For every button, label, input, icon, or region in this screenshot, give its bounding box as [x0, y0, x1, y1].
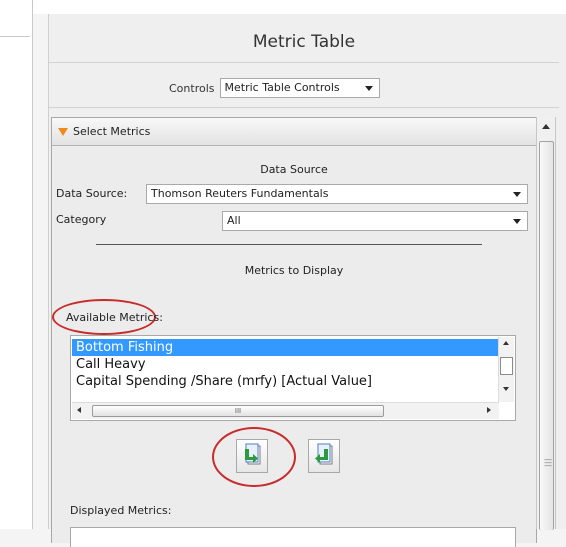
scroll-thumb[interactable] [500, 357, 513, 375]
data-source-dropdown[interactable]: Thomson Reuters Fundamentals [146, 184, 528, 204]
controls-divider [49, 107, 559, 108]
panel-title: Metric Table [252, 32, 356, 52]
add-to-list-icon [245, 443, 261, 465]
list-vertical-scrollbar[interactable] [498, 337, 514, 402]
displayed-metrics-list[interactable] [70, 527, 516, 547]
top-edge [33, 0, 566, 14]
scroll-left-icon[interactable] [77, 407, 81, 413]
displayed-metrics-label: Displayed Metrics: [70, 504, 172, 517]
controls-row: Controls Metric Table Controls [169, 77, 380, 99]
data-source-value: Thomson Reuters Fundamentals [151, 187, 329, 200]
chevron-down-icon [513, 192, 521, 197]
scroll-right-icon[interactable] [487, 407, 491, 413]
list-horizontal-scrollbar[interactable]: III [72, 402, 499, 419]
available-metrics-list[interactable]: Bottom Fishing Call Heavy Capital Spendi… [70, 335, 516, 421]
collapse-triangle-icon[interactable] [58, 127, 68, 136]
chevron-down-icon [364, 86, 373, 91]
grip-icon: — — — [544, 455, 552, 470]
list-item[interactable]: Capital Spending /Share (mrfy) [Actual V… [72, 373, 498, 390]
list-item[interactable]: Bottom Fishing [72, 339, 498, 356]
data-source-heading: Data Source [260, 163, 328, 176]
metrics-to-display-heading: Metrics to Display [244, 264, 344, 277]
left-pane-edge [0, 0, 33, 529]
section-header[interactable]: Select Metrics [52, 118, 536, 146]
controls-label: Controls [169, 81, 215, 95]
remove-metric-button[interactable] [308, 439, 340, 473]
title-divider [49, 62, 559, 63]
remove-from-list-icon [315, 443, 333, 465]
list-item[interactable]: Call Heavy [72, 356, 498, 373]
data-source-label: Data Source: [56, 187, 128, 200]
section-title: Select Metrics [73, 125, 151, 138]
chevron-down-icon [513, 219, 521, 224]
scroll-down-icon[interactable] [503, 387, 509, 391]
panel-vertical-scrollbar[interactable]: — — — [536, 117, 556, 530]
scroll-up-icon[interactable] [503, 341, 509, 345]
select-metrics-section: Select Metrics Data Source Data Source: … [51, 117, 537, 547]
add-metric-button[interactable] [236, 439, 268, 473]
section-divider [96, 244, 482, 245]
metric-table-panel: Metric Table Controls Metric Table Contr… [48, 14, 566, 547]
category-label: Category [56, 213, 107, 226]
scroll-up-icon[interactable] [542, 124, 550, 129]
scroll-thumb[interactable]: — — — [539, 141, 554, 530]
category-dropdown[interactable]: All [222, 211, 528, 231]
available-metrics-label: Available Metrics: [66, 311, 163, 324]
controls-dropdown-value: Metric Table Controls [224, 81, 340, 94]
category-value: All [227, 214, 241, 227]
controls-dropdown[interactable]: Metric Table Controls [219, 78, 380, 98]
scroll-thumb[interactable]: III [92, 405, 384, 417]
